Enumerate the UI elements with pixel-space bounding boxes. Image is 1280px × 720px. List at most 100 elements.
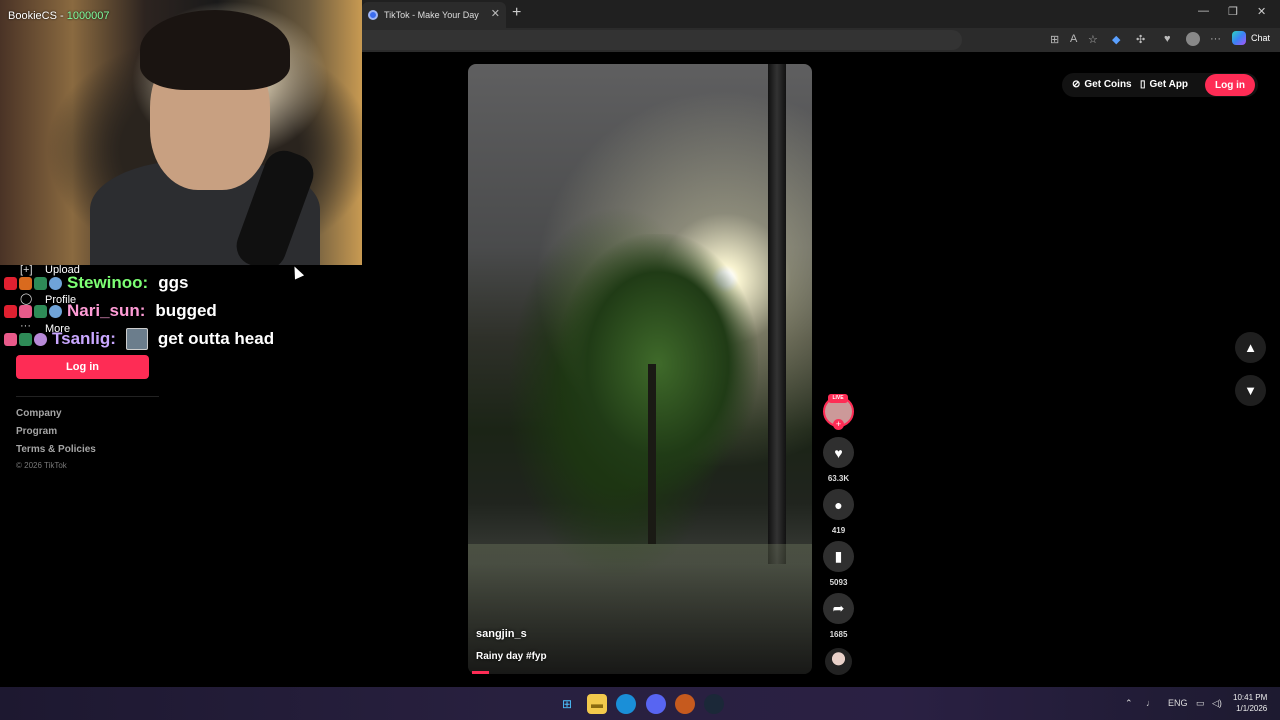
language-indicator[interactable]: ENG xyxy=(1168,698,1188,708)
edge-browser-icon[interactable] xyxy=(616,694,636,714)
new-tab-button[interactable]: + xyxy=(512,4,521,22)
save-button[interactable]: ▮ xyxy=(823,541,854,572)
video-progress-bar[interactable] xyxy=(472,671,489,674)
clock-date: 1/1/2026 xyxy=(1236,704,1268,713)
copilot-chat-button[interactable]: Chat xyxy=(1232,31,1270,45)
browser-tab[interactable]: TikTok - Make Your Day ✕ xyxy=(362,2,506,28)
minimize-button[interactable]: — xyxy=(1198,5,1209,17)
chat-username: Tsanlig: xyxy=(52,329,116,348)
network-icon[interactable]: ▭ xyxy=(1196,698,1205,709)
tier-badge-icon xyxy=(19,332,32,346)
chevron-down-icon: ▼ xyxy=(1244,383,1257,398)
microphone-icon[interactable]: ♩ xyxy=(1146,698,1155,708)
streamer-handle: BookieCS xyxy=(8,10,57,22)
read-aloud-icon[interactable]: A xyxy=(1070,33,1077,45)
share-button[interactable]: ➦ xyxy=(823,593,854,624)
tab-title: TikTok - Make Your Day xyxy=(384,10,479,20)
coin-icon: ⊘ xyxy=(1072,79,1081,90)
gem-badge-icon xyxy=(34,332,47,346)
tier-badge-icon xyxy=(34,304,47,318)
video-caption: Rainy day #fyp xyxy=(476,651,547,662)
comment-icon: ● xyxy=(834,496,843,513)
bookmark-icon: ▮ xyxy=(834,548,843,564)
extension-icon[interactable]: ◆ xyxy=(1112,33,1120,46)
file-explorer-icon[interactable]: ▬ xyxy=(587,694,607,714)
close-window-button[interactable]: ✕ xyxy=(1257,5,1266,18)
pole xyxy=(768,64,786,564)
tree xyxy=(558,234,758,494)
tab-close-icon[interactable]: ✕ xyxy=(491,7,500,20)
footer-link-terms[interactable]: Terms & Policies xyxy=(16,444,96,455)
tree-trunk xyxy=(648,364,656,544)
footer-link-program[interactable]: Program xyxy=(16,426,57,437)
address-bar[interactable] xyxy=(362,30,962,50)
video-author[interactable]: sangjin_s xyxy=(476,628,527,640)
live-badge: LIVE xyxy=(828,394,848,403)
comment-count: 419 xyxy=(831,526,846,535)
windows-start-icon[interactable]: ⊞ xyxy=(557,694,577,714)
extensions-puzzle-icon[interactable]: ✣ xyxy=(1136,33,1145,46)
share-arrow-icon: ➦ xyxy=(832,600,845,616)
more-menu-icon[interactable]: ··· xyxy=(1210,33,1221,45)
heart-badge-icon xyxy=(4,332,17,346)
previous-video-button[interactable]: ▲ xyxy=(1235,332,1266,363)
snowflake-badge-icon xyxy=(49,304,62,318)
maximize-button[interactable]: ❐ xyxy=(1228,5,1238,18)
emote-image xyxy=(125,328,148,350)
chat-text: bugged xyxy=(155,301,217,320)
copyright: © 2026 TikTok xyxy=(16,461,67,470)
game-app-icon[interactable] xyxy=(675,694,695,714)
tiktok-favicon-icon xyxy=(368,10,378,20)
mod-badge-icon xyxy=(4,276,17,290)
taskbar-clock[interactable]: 10:41 PM 1/1/2026 xyxy=(1233,692,1267,714)
follow-plus-button[interactable]: + xyxy=(833,419,844,430)
tray-overflow-icon[interactable]: ⌃ xyxy=(1125,698,1133,709)
chat-username: Nari_sun: xyxy=(67,301,146,320)
header-login-button[interactable]: Log in xyxy=(1205,74,1255,96)
footer-link-company[interactable]: Company xyxy=(16,408,62,419)
like-count: 63.3K xyxy=(827,474,850,483)
tier-badge-icon xyxy=(34,276,47,290)
steam-icon[interactable] xyxy=(704,694,724,714)
heart-badge-icon xyxy=(19,304,32,318)
favorite-star-icon[interactable]: ☆ xyxy=(1088,33,1098,46)
comment-button[interactable]: ● xyxy=(823,489,854,520)
chat-message: Nari_sun: bugged xyxy=(4,299,217,323)
stream-counter: 1000007 xyxy=(66,10,110,22)
chat-text: get outta head xyxy=(157,329,275,348)
profile-avatar-icon[interactable] xyxy=(1186,32,1200,46)
clock-time: 10:41 PM xyxy=(1233,693,1268,702)
chat-message: Stewinoo: ggs xyxy=(4,271,188,295)
get-coins-label: Get Coins xyxy=(1084,79,1132,90)
get-coins-button[interactable]: ⊘ Get Coins xyxy=(1072,79,1132,90)
discord-icon[interactable] xyxy=(646,694,666,714)
phone-icon: ▯ xyxy=(1140,79,1146,90)
music-disc-avatar[interactable] xyxy=(825,648,852,675)
mod-badge-icon xyxy=(4,304,17,318)
chat-username: Stewinoo: xyxy=(67,273,149,292)
snowflake-badge-icon xyxy=(49,276,62,290)
share-count: 1685 xyxy=(829,630,848,639)
get-app-button[interactable]: ▯ Get App xyxy=(1140,79,1188,90)
chevron-up-icon: ▲ xyxy=(1244,340,1257,355)
app-available-icon[interactable]: ⊞ xyxy=(1050,33,1059,46)
get-app-label: Get App xyxy=(1149,79,1189,90)
webcam-overlay: BookieCS - 1000007 xyxy=(0,0,362,265)
copilot-icon xyxy=(1232,31,1246,45)
video-player[interactable] xyxy=(468,64,812,674)
streamer-name: BookieCS - 1000007 xyxy=(8,10,110,22)
heart-icon: ♥ xyxy=(834,444,843,461)
sidebar-divider xyxy=(16,396,159,397)
like-button[interactable]: ♥ xyxy=(823,437,854,468)
chat-message: Tsanlig: get outta head xyxy=(4,327,274,351)
streamer-separator: - xyxy=(56,10,67,22)
volume-icon[interactable]: ◁) xyxy=(1212,698,1222,709)
mouse-cursor-icon xyxy=(289,264,305,280)
performance-icon[interactable]: ♥ xyxy=(1164,33,1171,45)
next-video-button[interactable]: ▼ xyxy=(1235,375,1266,406)
sidebar-login-button[interactable]: Log in xyxy=(16,355,149,379)
chat-text: ggs xyxy=(158,273,189,292)
windows-taskbar xyxy=(0,687,1280,720)
save-count: 5093 xyxy=(829,578,848,587)
streamer-hair xyxy=(140,10,290,90)
